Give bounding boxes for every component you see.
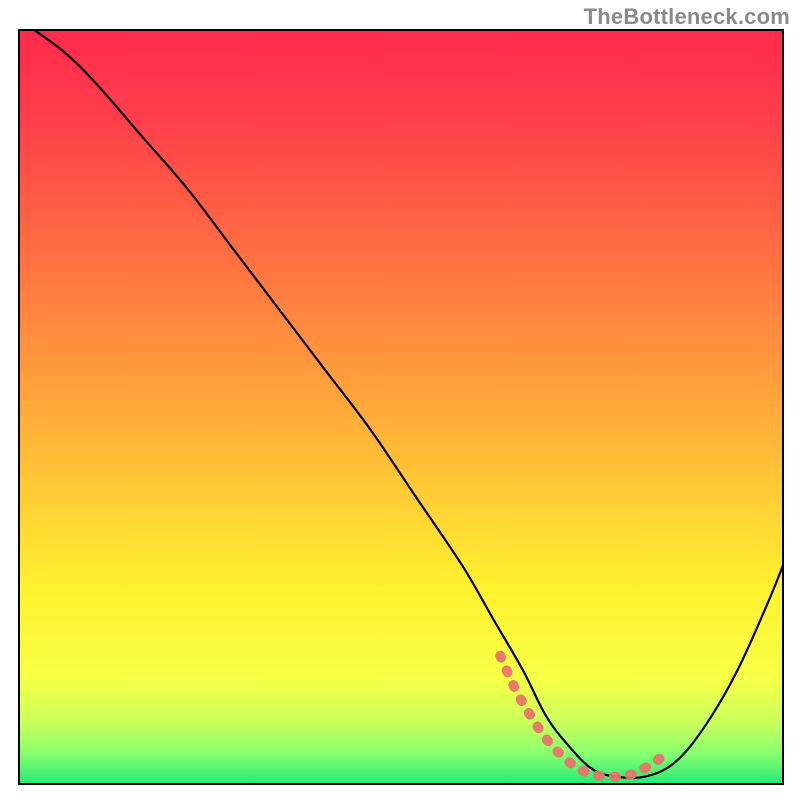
plot-background xyxy=(19,30,783,784)
attribution-text: TheBottleneck.com xyxy=(584,4,790,30)
bottleneck-chart xyxy=(0,0,800,800)
chart-container: TheBottleneck.com xyxy=(0,0,800,800)
